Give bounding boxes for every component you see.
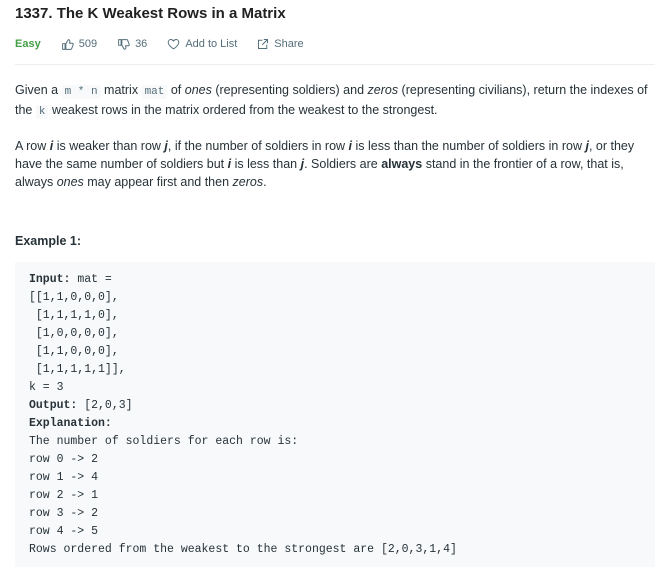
input-value: mat = [[1,1,0,0,0], [1,1,1,1,0], [1,0,0,…: [29, 273, 126, 394]
like-button[interactable]: 509: [61, 38, 97, 51]
thumbs-up-icon: [61, 38, 74, 50]
inline-code-mat: mat: [141, 85, 168, 99]
text: matrix: [100, 83, 142, 97]
output-label: Output:: [29, 399, 78, 412]
text: , if the number of soldiers in row: [167, 139, 349, 153]
text: is less than: [231, 157, 301, 171]
explanation-value: The number of soldiers for each row is: …: [29, 435, 457, 556]
description-paragraph-2: A row i is weaker than row j, if the num…: [15, 137, 655, 191]
difficulty-badge: Easy: [15, 38, 41, 50]
text: may appear first and then: [83, 175, 233, 189]
problem-description: Given a m * n matrix mat of ones (repres…: [15, 81, 655, 191]
share-icon: [258, 39, 269, 49]
share-label: Share: [274, 38, 304, 50]
text: (representing soldiers) and: [211, 83, 368, 97]
text: Given a: [15, 83, 62, 97]
output-value: [2,0,3]: [77, 399, 133, 412]
add-to-list-button[interactable]: Add to List: [167, 38, 237, 50]
add-to-list-label: Add to List: [185, 38, 238, 50]
emphasis-zeros: zeros: [232, 175, 264, 189]
problem-panel: 1337. The K Weakest Rows in a Matrix Eas…: [0, 0, 660, 567]
description-paragraph-1: Given a m * n matrix mat of ones (repres…: [15, 81, 655, 121]
heart-icon: [168, 39, 180, 50]
like-count: 509: [78, 38, 98, 50]
bold-always: always: [381, 157, 423, 171]
dislike-button[interactable]: 36: [117, 38, 147, 51]
text: . Soldiers are: [304, 157, 382, 171]
text: is less than the number of soldiers in r…: [352, 139, 586, 153]
text: .: [263, 175, 267, 189]
dislike-count: 36: [135, 38, 148, 50]
input-label: Input:: [29, 273, 71, 286]
share-button[interactable]: Share: [257, 38, 304, 50]
problem-meta-bar: Easy 509 36 Add to List Share: [15, 24, 655, 65]
problem-title: 1337. The K Weakest Rows in a Matrix: [15, 5, 286, 22]
inline-code-m-n: m * n: [61, 85, 101, 99]
emphasis-ones: ones: [56, 175, 84, 189]
example-1-block: Input: mat = [[1,1,0,0,0], [1,1,1,1,0], …: [15, 262, 655, 567]
text: weakest rows in the matrix ordered from …: [48, 103, 438, 117]
inline-code-k: k: [35, 105, 49, 119]
explanation-label: Explanation:: [29, 417, 112, 430]
emphasis-ones: ones: [184, 83, 212, 97]
text: of: [167, 83, 185, 97]
emphasis-zeros: zeros: [367, 83, 399, 97]
thumbs-down-icon: [118, 38, 130, 50]
text: A row: [15, 139, 50, 153]
example-1-title: Example 1:: [15, 234, 82, 248]
text: is weaker than row: [53, 139, 165, 153]
